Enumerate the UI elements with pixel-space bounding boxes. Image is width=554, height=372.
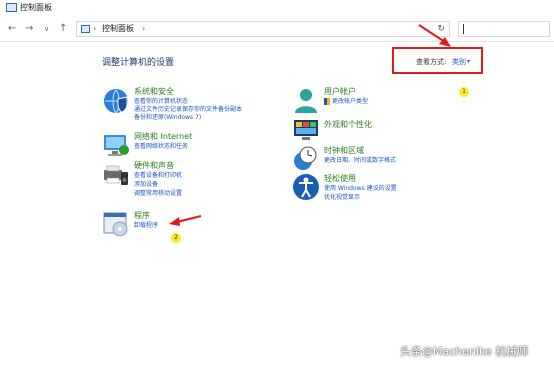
category-title[interactable]: 外观和个性化 [324,119,372,130]
back-arrow-icon[interactable]: ← [8,22,16,36]
change-account-type-link[interactable]: 更改帐户类型 [332,98,368,105]
title-bar: 控制面板 [0,0,554,16]
category-link[interactable]: 查看网络状态和任务 [134,142,188,151]
category-link[interactable]: 调整常用移动设置 [134,189,182,198]
breadcrumb-control-panel[interactable]: 控制面板 [102,22,134,36]
view-by-select[interactable]: 类别 [452,57,466,67]
control-panel-icon [81,25,90,33]
window-title: 控制面板 [20,3,52,12]
breadcrumb-separator[interactable]: › [93,22,96,36]
annotation-badge-2: 2 [171,233,181,243]
category-title[interactable]: 硬件和声音 [134,160,174,171]
user-account-icon [295,89,317,113]
program-disc-icon [103,212,128,237]
category-link[interactable]: 更改帐户类型 [324,97,368,106]
search-input[interactable] [458,21,550,37]
forward-arrow-icon[interactable]: → [25,22,33,36]
annotation-arrow-programs [169,215,202,226]
category-title[interactable]: 网络和 Internet [134,131,192,142]
category-title[interactable]: 时钟和区域 [324,145,364,156]
annotation-arrow-top [418,24,451,47]
network-monitor-icon [104,135,129,156]
watermark: 头条@Machenike 机械师 [400,345,529,358]
category-link[interactable]: 更改日期、时间或数字格式 [324,156,396,165]
category-link[interactable]: 优化视觉显示 [324,193,360,202]
category-link[interactable]: 查看设备和打印机 [134,171,182,180]
clock-globe-icon [294,146,317,170]
navigation-bar: ← → ∨ ↑ › 控制面板 › ↻ [0,17,554,42]
text-cursor [463,24,464,34]
category-link[interactable]: 添加设备 [134,180,158,189]
breadcrumb-separator-2[interactable]: › [142,22,145,36]
category-title[interactable]: 程序 [134,210,150,221]
control-panel-icon [6,3,17,12]
printer-speaker-icon [104,165,128,185]
category-title[interactable]: 轻松使用 [324,173,356,184]
recent-locations-chevron-icon[interactable]: ∨ [44,22,49,36]
address-bar[interactable]: › 控制面板 › ↻ [76,21,450,37]
category-link[interactable]: 使用 Windows 建议的设置 [324,184,397,193]
category-link[interactable]: 备份和还原(Windows 7) [134,113,201,122]
accessibility-icon [293,174,319,200]
category-title[interactable]: 用户帐户 [324,86,356,97]
shield-globe-icon [104,89,128,114]
uac-shield-icon [324,98,330,105]
chevron-down-icon[interactable]: ▾ [467,57,470,67]
category-link[interactable]: 卸载程序 [134,221,158,230]
page-title: 调整计算机的设置 [102,58,175,68]
up-arrow-icon[interactable]: ↑ [59,22,67,36]
appearance-icon [294,120,318,140]
category-title[interactable]: 系统和安全 [134,86,174,97]
annotation-badge-1: 1 [459,87,469,97]
view-by-label: 查看方式: [416,58,447,66]
